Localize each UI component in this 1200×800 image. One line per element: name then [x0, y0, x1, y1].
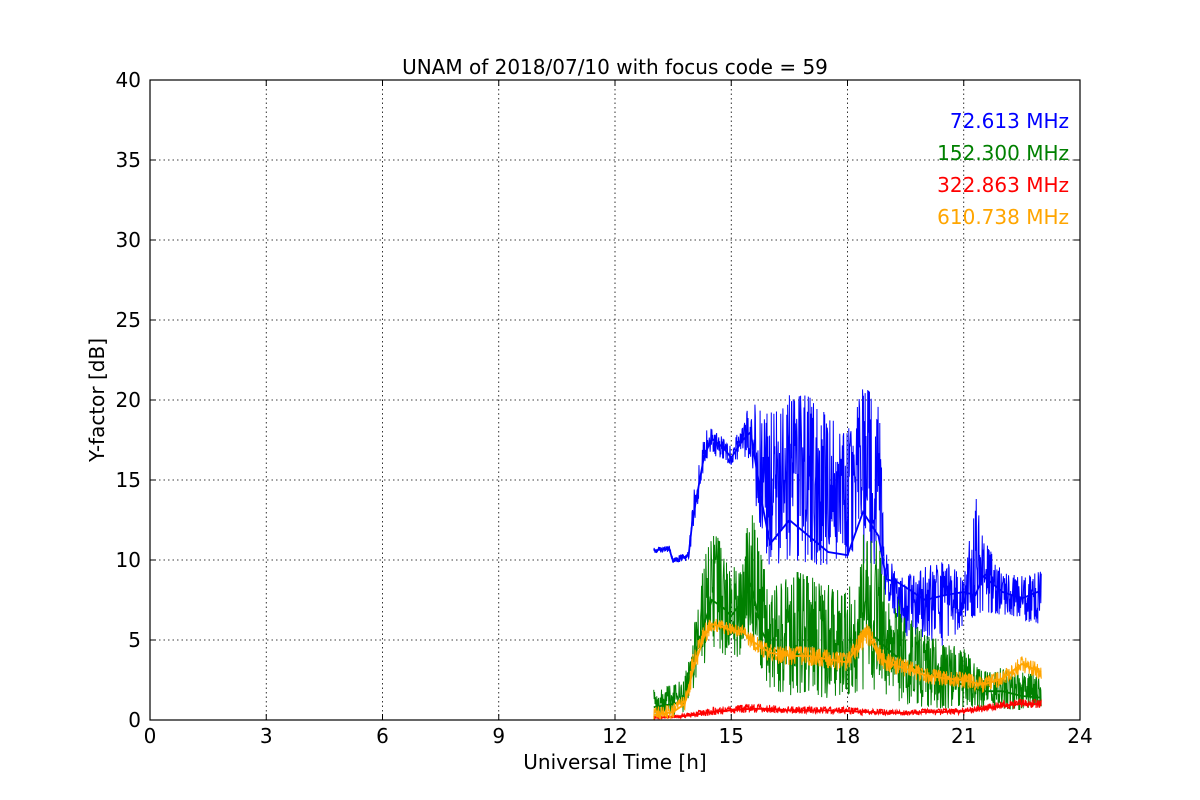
legend-entry: 152.300 MHz [937, 141, 1069, 165]
x-axis-label: Universal Time [h] [523, 750, 706, 774]
legend-entry: 322.863 MHz [937, 173, 1069, 197]
y-tick-label: 10 [116, 548, 141, 572]
y-tick-label: 5 [128, 628, 141, 652]
x-tick-label: 18 [835, 724, 860, 748]
chart: 0 3 6 9 12 15 18 21 24 0 5 10 15 20 25 30 35 40 UNAM of 2… [0, 0, 1200, 800]
legend-entry: 610.738 MHz [937, 205, 1069, 229]
y-tick-label: 25 [116, 308, 141, 332]
x-tick-label: 15 [719, 724, 744, 748]
y-tick-label: 0 [128, 708, 141, 732]
x-tick-label: 3 [260, 724, 273, 748]
x-tick-label: 21 [951, 724, 976, 748]
y-tick-label: 40 [116, 68, 141, 92]
x-tick-label: 0 [144, 724, 157, 748]
y-tick-label: 15 [116, 468, 141, 492]
y-axis-label: Y-factor [dB] [85, 338, 109, 463]
y-tick-label: 30 [116, 228, 141, 252]
y-tick-label: 20 [116, 388, 141, 412]
x-tick-label: 12 [602, 724, 627, 748]
x-tick-label: 24 [1067, 724, 1092, 748]
legend-entry: 72.613 MHz [950, 109, 1069, 133]
x-tick-label: 9 [492, 724, 505, 748]
chart-title: UNAM of 2018/07/10 with focus code = 59 [402, 55, 828, 79]
y-tick-label: 35 [116, 148, 141, 172]
x-tick-label: 6 [376, 724, 389, 748]
